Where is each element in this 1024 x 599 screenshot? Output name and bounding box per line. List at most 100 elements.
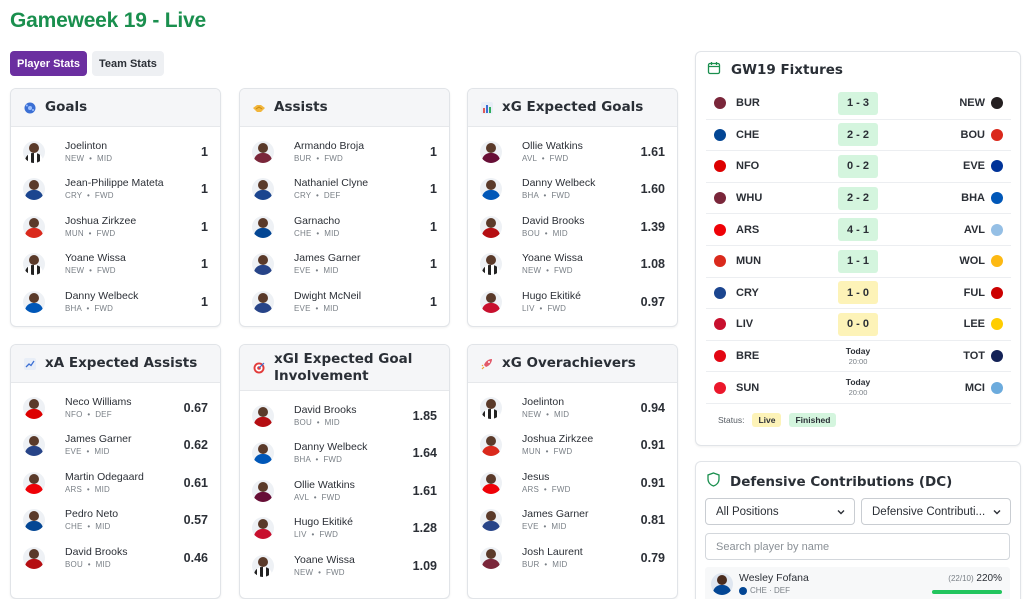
- player-position: FWD: [325, 567, 345, 577]
- tab-player-stats[interactable]: Player Stats: [10, 51, 87, 76]
- away-crest-icon: [991, 223, 1003, 236]
- fixture-row[interactable]: BUR 1 - 3 NEW: [706, 88, 1011, 120]
- avatar: [480, 396, 502, 419]
- stat-value: 1.85: [412, 408, 437, 423]
- player-row[interactable]: Danny Welbeck BHA • FWD 1: [11, 283, 220, 321]
- player-team: EVE: [522, 522, 539, 532]
- player-meta: CHE • MID: [294, 228, 430, 239]
- fixture-row[interactable]: MUN 1 - 1 WOL: [706, 246, 1011, 278]
- fixture-row[interactable]: SUN Today 20:00 MCI: [706, 372, 1011, 404]
- player-row[interactable]: Pedro Neto CHE • MID 0.57: [11, 502, 220, 540]
- player-info: Danny Welbeck BHA • FWD: [522, 177, 641, 201]
- score-badge: 0 - 2: [838, 154, 878, 178]
- player-row[interactable]: Armando Broja BUR • FWD 1: [240, 133, 449, 171]
- dc-title: Defensive Contributions (DC): [730, 474, 953, 490]
- player-row[interactable]: Yoane Wissa NEW • FWD 1.09: [240, 547, 449, 585]
- player-row[interactable]: Jesus ARS • FWD 0.91: [468, 464, 677, 502]
- player-row[interactable]: Dwight McNeil EVE • MID 1: [240, 283, 449, 321]
- fixture-row[interactable]: CRY 1 - 0 FUL: [706, 278, 1011, 310]
- player-name: Josh Laurent: [522, 545, 583, 558]
- home-team: ARS: [714, 223, 759, 236]
- player-meta: NEW • MID: [522, 409, 641, 420]
- player-row[interactable]: David Brooks BOU • MID 1.85: [240, 397, 449, 435]
- kickoff: Today 20:00: [834, 346, 882, 367]
- player-meta: MUN • FWD: [522, 446, 641, 457]
- player-row[interactable]: Joshua Zirkzee MUN • FWD 0.91: [468, 427, 677, 465]
- fixture-row[interactable]: WHU 2 - 2 BHA: [706, 183, 1011, 215]
- home-code: MUN: [736, 255, 762, 268]
- stat-value: 1: [430, 257, 437, 272]
- player-row[interactable]: Joelinton NEW • MID 1: [11, 133, 220, 171]
- separator: •: [311, 153, 325, 163]
- stat-value: 0.61: [183, 475, 208, 490]
- player-search-input[interactable]: Search player by name: [705, 533, 1010, 560]
- avatar: [252, 404, 274, 427]
- player-name: James Garner: [522, 508, 589, 521]
- fixture-row[interactable]: CHE 2 - 2 BOU: [706, 120, 1011, 152]
- player-row[interactable]: Hugo Ekitiké LIV • FWD 1.28: [240, 510, 449, 548]
- metric-select[interactable]: Defensive Contributi...: [861, 498, 1011, 525]
- player-row[interactable]: Danny Welbeck BHA • FWD 1.64: [240, 435, 449, 473]
- separator: •: [306, 530, 320, 540]
- player-info: Josh Laurent BUR • MID: [522, 546, 641, 570]
- player-position: FWD: [549, 153, 569, 163]
- away-crest-icon: [991, 286, 1003, 299]
- tab-team-stats[interactable]: Team Stats: [91, 51, 164, 76]
- player-info: Jean-Philippe Mateta CRY • FWD: [65, 177, 201, 201]
- home-team: NFO: [714, 160, 759, 173]
- player-row[interactable]: Neco Williams NFO • DEF 0.67: [11, 389, 220, 427]
- dc-header: Defensive Contributions (DC): [707, 472, 952, 492]
- away-code: TOT: [963, 350, 985, 363]
- stat-value: 1: [201, 257, 208, 272]
- home-crest-icon: [714, 223, 726, 236]
- position-select[interactable]: All Positions: [705, 498, 855, 525]
- fixture-row[interactable]: LIV 0 - 0 LEE: [706, 309, 1011, 341]
- player-position: FWD: [551, 191, 571, 201]
- away-code: FUL: [963, 286, 985, 299]
- player-row[interactable]: David Brooks BOU • MID 0.46: [11, 539, 220, 577]
- player-row[interactable]: Joshua Zirkzee MUN • FWD 1: [11, 208, 220, 246]
- fixture-row[interactable]: BRE Today 20:00 TOT: [706, 341, 1011, 373]
- fixture-row[interactable]: NFO 0 - 2 EVE: [706, 151, 1011, 183]
- away-crest-icon: [991, 128, 1003, 141]
- player-row[interactable]: David Brooks BOU • MID 1.39: [468, 208, 677, 246]
- player-row[interactable]: Yoane Wissa NEW • FWD 1: [11, 246, 220, 284]
- player-row[interactable]: Ollie Watkins AVL • FWD 1.61: [240, 472, 449, 510]
- player-row[interactable]: Martin Odegaard ARS • MID 0.61: [11, 464, 220, 502]
- player-name: Joelinton: [65, 139, 108, 152]
- player-team: NFO: [65, 409, 83, 419]
- player-row[interactable]: Danny Welbeck BHA • FWD 1.60: [468, 171, 677, 209]
- player-row[interactable]: James Garner EVE • MID 1: [240, 246, 449, 284]
- player-meta: MUN • FWD: [65, 228, 201, 239]
- player-meta: EVE • MID: [294, 265, 430, 276]
- player-row[interactable]: Hugo Ekitiké LIV • FWD 0.97: [468, 283, 677, 321]
- card-title: xG Expected Goals: [502, 99, 644, 115]
- separator: •: [84, 266, 97, 276]
- player-meta: BHA • FWD: [294, 454, 413, 465]
- dc-player-row[interactable]: Wesley Fofana CHE · DEF (22/10) 220%: [705, 567, 1010, 599]
- player-info: Garnacho CHE • MID: [294, 215, 430, 239]
- player-row[interactable]: Jean-Philippe Mateta CRY • FWD 1: [11, 171, 220, 209]
- avatar: [23, 396, 45, 419]
- player-row[interactable]: Joelinton NEW • MID 0.94: [468, 389, 677, 427]
- stat-value: 1.61: [412, 483, 437, 498]
- stat-value: 0.46: [183, 550, 208, 565]
- player-info: James Garner EVE • MID: [294, 252, 430, 276]
- player-row[interactable]: Garnacho CHE • MID 1: [240, 208, 449, 246]
- xg-overachievers-card: xG Overachievers Joelinton NEW • MID 0.94 J…: [467, 344, 678, 599]
- player-row[interactable]: Josh Laurent BUR • MID 0.79: [468, 539, 677, 577]
- player-row[interactable]: Ollie Watkins AVL • FWD 1.61: [468, 133, 677, 171]
- player-name: Neco Williams: [65, 395, 132, 408]
- player-row[interactable]: Yoane Wissa NEW • FWD 1.08: [468, 246, 677, 284]
- player-info: Pedro Neto CHE • MID: [65, 508, 184, 532]
- player-row[interactable]: Nathaniel Clyne CRY • DEF 1: [240, 171, 449, 209]
- avatar: [252, 178, 274, 201]
- player-row[interactable]: James Garner EVE • MID 0.81: [468, 502, 677, 540]
- fixture-row[interactable]: ARS 4 - 1 AVL: [706, 214, 1011, 246]
- player-name: Jesus: [522, 470, 550, 483]
- stat-value: 0.94: [640, 400, 665, 415]
- player-meta: NFO • DEF: [65, 409, 184, 420]
- player-meta: BOU • MID: [65, 559, 184, 570]
- player-row[interactable]: James Garner EVE • MID 0.62: [11, 427, 220, 465]
- player-name: Nathaniel Clyne: [294, 177, 369, 190]
